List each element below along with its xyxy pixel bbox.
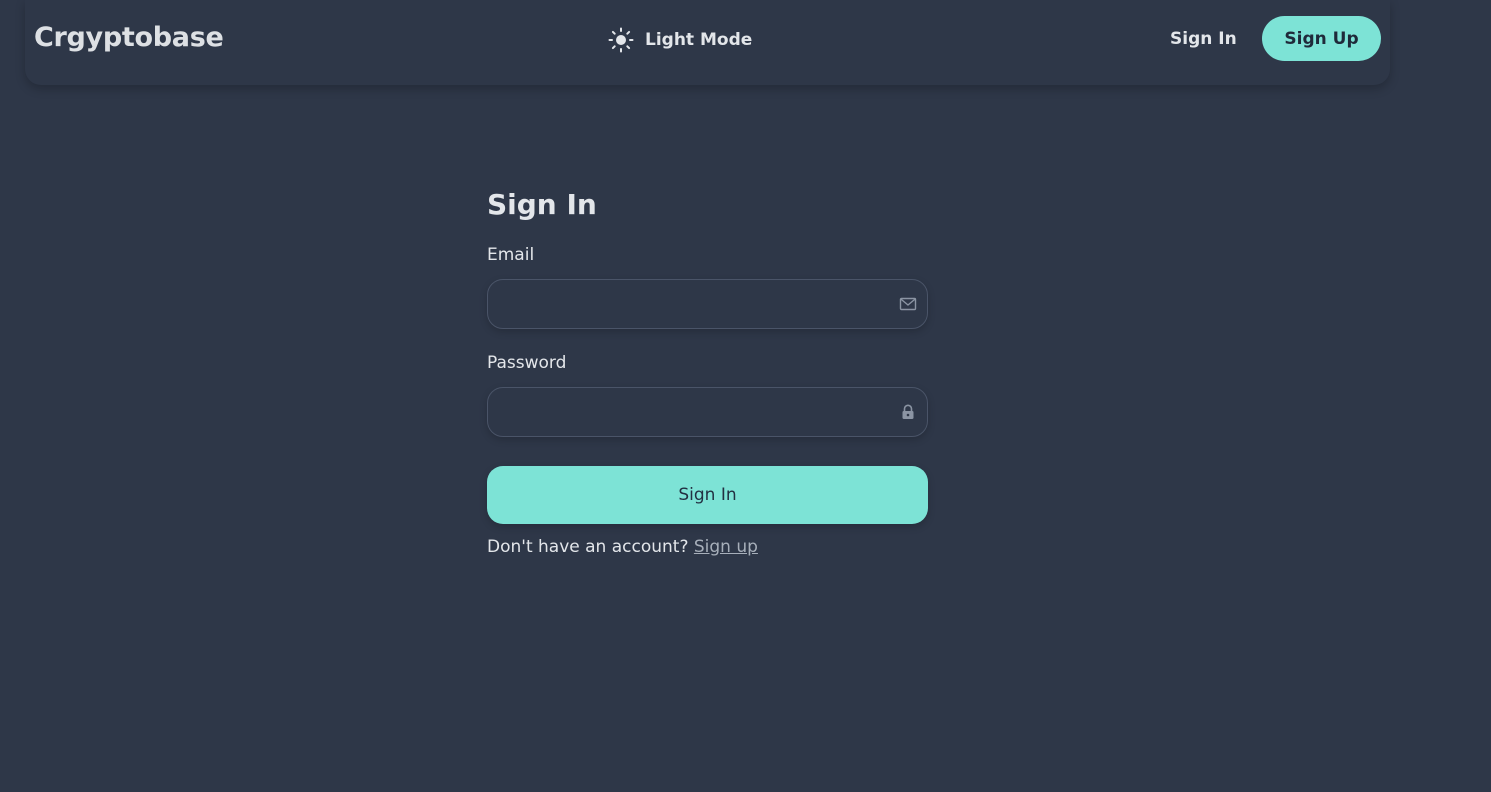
sign-in-form: Sign In Email Password Sign In Don't hav…: [487, 185, 928, 557]
signup-link[interactable]: Sign up: [694, 537, 758, 557]
brand-logo[interactable]: Crgyptobase: [34, 22, 224, 53]
sun-icon: [608, 27, 634, 53]
nav-sign-up-button[interactable]: Sign Up: [1262, 16, 1381, 61]
top-navbar: Crgyptobase Light Mode Sign In Sign Up: [25, 0, 1390, 85]
theme-toggle-button[interactable]: Light Mode: [608, 27, 752, 53]
nav-sign-in-link[interactable]: Sign In: [1170, 29, 1237, 49]
signup-prompt: Don't have an account? Sign up: [487, 537, 758, 557]
email-label: Email: [487, 245, 535, 265]
password-field-wrapper: [487, 387, 928, 437]
page-title: Sign In: [487, 188, 597, 221]
password-field[interactable]: [488, 388, 927, 436]
sign-in-submit-button[interactable]: Sign In: [487, 466, 928, 524]
lock-icon: [899, 403, 917, 421]
signup-prompt-text: Don't have an account?: [487, 537, 689, 557]
email-field-wrapper: [487, 279, 928, 329]
theme-toggle-label: Light Mode: [645, 30, 753, 50]
password-label: Password: [487, 353, 567, 373]
email-field[interactable]: [488, 280, 927, 328]
envelope-icon: [899, 295, 917, 313]
